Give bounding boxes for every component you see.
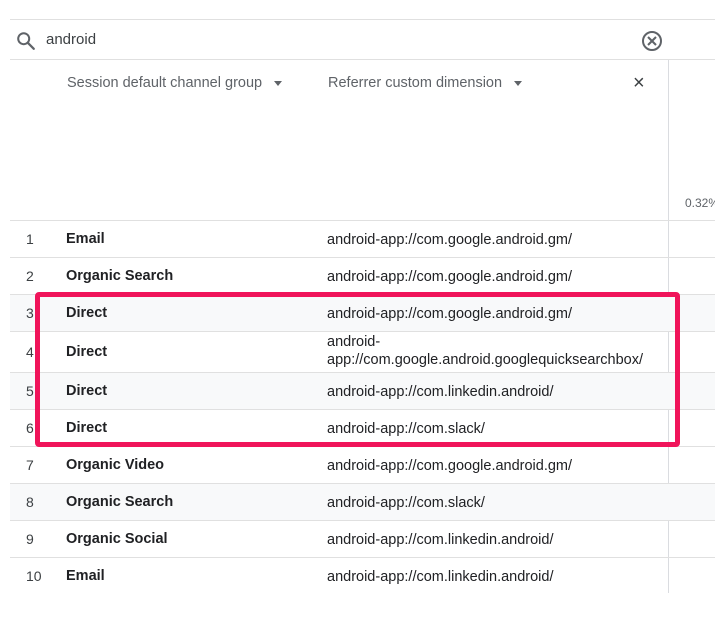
- search-input[interactable]: android: [46, 31, 96, 48]
- search-icon: [17, 32, 35, 50]
- referrer-cell: android-app://com.slack/: [327, 421, 485, 437]
- row-number: 4: [26, 344, 34, 360]
- channel-cell: Direct: [66, 344, 108, 360]
- channel-cell: Direct: [66, 420, 108, 436]
- referrer-cell: android-app://com.google.android.googleq…: [327, 334, 643, 368]
- channel-cell: Direct: [66, 383, 108, 399]
- table-row[interactable]: 4 Direct android-app://com.google.androi…: [10, 331, 715, 372]
- chevron-down-icon: [514, 80, 523, 86]
- row-number: 6: [26, 420, 34, 436]
- channel-cell: Organic Social: [66, 531, 168, 547]
- table-row[interactable]: 2 Organic Search android-app://com.googl…: [10, 257, 715, 294]
- table-row[interactable]: 10 Email android-app://com.linkedin.andr…: [10, 557, 715, 594]
- table-row[interactable]: 5 Direct android-app://com.linkedin.andr…: [10, 372, 715, 409]
- close-icon[interactable]: ×: [633, 73, 645, 93]
- channel-cell: Organic Search: [66, 494, 174, 510]
- column-header-channel[interactable]: Session default channel group: [67, 75, 283, 91]
- clear-search-icon[interactable]: [640, 29, 664, 53]
- referrer-cell: android-app://com.google.android.gm/: [327, 232, 573, 248]
- row-number: 7: [26, 457, 34, 473]
- table-row[interactable]: 8 Organic Search android-app://com.slack…: [10, 483, 715, 520]
- channel-cell: Organic Video: [66, 457, 165, 473]
- channel-cell: Organic Search: [66, 268, 174, 284]
- column-header-referrer[interactable]: Referrer custom dimension: [328, 75, 523, 91]
- row-number: 3: [26, 305, 34, 321]
- table-row[interactable]: 3 Direct android-app://com.google.androi…: [10, 294, 715, 331]
- referrer-cell: android-app://com.slack/: [327, 495, 485, 511]
- referrer-cell: android-app://com.linkedin.android/: [327, 532, 554, 548]
- search-bar[interactable]: android: [10, 19, 715, 60]
- table-row[interactable]: 1 Email android-app://com.google.android…: [10, 220, 715, 257]
- column-header-channel-label: Session default channel group: [67, 75, 263, 91]
- referrer-cell: android-app://com.linkedin.android/: [327, 569, 554, 585]
- row-number: 8: [26, 494, 34, 510]
- referrer-cell: android-app://com.linkedin.android/: [327, 384, 554, 400]
- row-number: 1: [26, 231, 34, 247]
- table-row[interactable]: 9 Organic Social android-app://com.linke…: [10, 520, 715, 557]
- table-row[interactable]: 7 Organic Video android-app://com.google…: [10, 446, 715, 483]
- metric-percent: 0.32%: [685, 196, 715, 210]
- channel-cell: Email: [66, 568, 105, 584]
- table-row[interactable]: 6 Direct android-app://com.slack/: [10, 409, 715, 446]
- channel-cell: Direct: [66, 305, 108, 321]
- row-number: 2: [26, 268, 34, 284]
- referrer-cell: android-app://com.google.android.gm/: [327, 269, 573, 285]
- row-number: 5: [26, 383, 34, 399]
- channel-cell: Email: [66, 231, 105, 247]
- chevron-down-icon: [274, 80, 283, 86]
- column-header-referrer-label: Referrer custom dimension: [328, 75, 503, 91]
- row-number: 9: [26, 531, 34, 547]
- row-number: 10: [26, 568, 42, 584]
- referrer-cell: android-app://com.google.android.gm/: [327, 458, 573, 474]
- referrer-cell: android-app://com.google.android.gm/: [327, 306, 573, 322]
